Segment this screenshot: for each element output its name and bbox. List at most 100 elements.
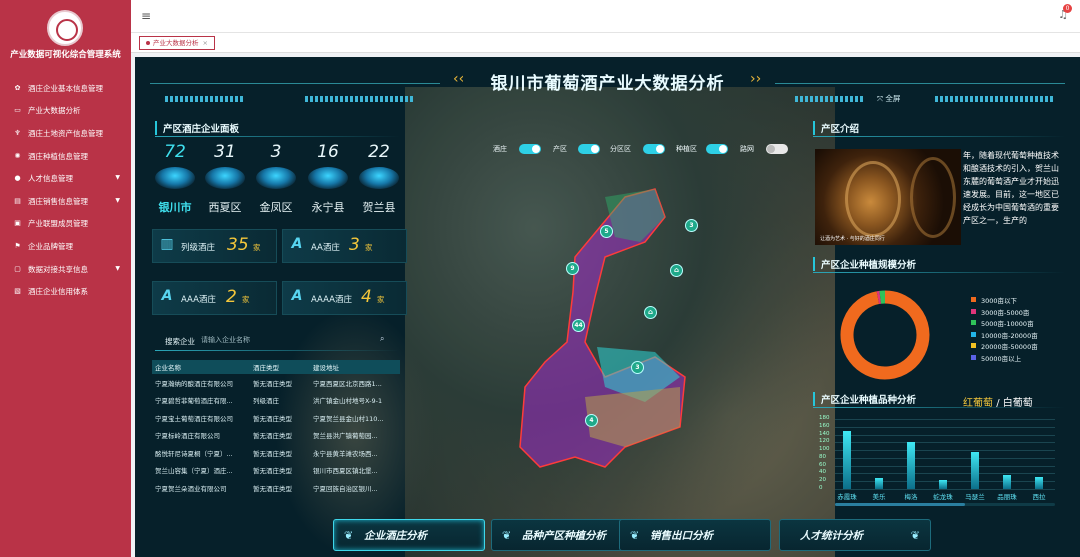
- sidebar-item-planting[interactable]: ✺ 酒庄种植信息管理: [0, 145, 131, 168]
- table-row[interactable]: 宁夏标岭酒庄有限公司 暂无酒庄类型 贺兰县洪广镇葡萄园...: [152, 427, 400, 445]
- variety-bar[interactable]: [971, 452, 979, 489]
- table-row[interactable]: 贺兰山容集（宁夏）酒庄... 暂无酒庄类型 银川市西夏区镇北堡...: [152, 462, 400, 480]
- table-row[interactable]: 酩悦轩尼诗夏桐（宁夏）... 暂无酒庄类型 永宁县黄羊滩农场西...: [152, 444, 400, 462]
- scale-panel-title: 产区企业种植规模分析: [813, 257, 916, 271]
- menu-toggle-icon[interactable]: ≡: [141, 9, 151, 23]
- chevron-down-icon: ▼: [115, 174, 120, 182]
- sidebar-item-talent[interactable]: ● 人才信息管理 ▼: [0, 167, 131, 190]
- variety-bar[interactable]: [907, 441, 915, 489]
- map-pin[interactable]: 5: [600, 225, 613, 238]
- level-value: 3: [349, 235, 360, 255]
- bottom-nav-sales-analysis[interactable]: ❦ 销售出口分析: [619, 519, 771, 551]
- toggle-planting[interactable]: [706, 144, 728, 154]
- toggle-road[interactable]: [766, 144, 788, 154]
- map-pin[interactable]: 9: [566, 262, 579, 275]
- zone-tan: [585, 387, 680, 447]
- sidebar-item-winery-info[interactable]: ✿ 酒庄企业基本信息管理: [0, 77, 131, 100]
- x-tick-label: 西拉: [1032, 493, 1046, 501]
- level-value: 4: [361, 287, 372, 307]
- sidebar-item-label: 酒庄销售信息管理: [28, 196, 88, 206]
- sidebar-item-label: 产业大数据分析: [28, 106, 81, 116]
- sidebar-item-label: 产业联盟成员管理: [28, 219, 88, 229]
- tab-white-grape[interactable]: 白葡萄: [1003, 398, 1033, 409]
- region-tab-yinchuan[interactable]: 银川市: [150, 199, 200, 215]
- level-unit: 家: [242, 295, 250, 304]
- chart-scrollbar[interactable]: [835, 503, 1055, 506]
- scrollbar-thumb[interactable]: [835, 503, 965, 506]
- dashboard-title: 银川市葡萄酒产业大数据分析: [490, 74, 725, 94]
- level-value: 35: [227, 235, 249, 255]
- legend-swatch: [971, 354, 976, 360]
- map-pin[interactable]: 3: [631, 361, 644, 374]
- sidebar-item-credit[interactable]: ▧ 酒庄企业信用体系: [0, 280, 131, 303]
- map-pin[interactable]: 4: [585, 414, 598, 427]
- grid-line: [835, 457, 1055, 459]
- grid-line: [835, 426, 1055, 428]
- variety-bar[interactable]: [1003, 475, 1011, 489]
- sidebar-item-label: 企业品牌管理: [28, 241, 73, 251]
- variety-bar[interactable]: [843, 431, 851, 489]
- gear-icon: ✿: [14, 83, 21, 92]
- region-tab-yongning[interactable]: 永宁县: [303, 199, 353, 215]
- search-input[interactable]: [201, 333, 393, 346]
- legend-item: 10000亩-20000亩: [971, 330, 1038, 342]
- region-count: 72: [164, 142, 186, 162]
- winery-marker-icon[interactable]: ⌂: [644, 306, 657, 319]
- sun-icon: ✺: [14, 151, 21, 160]
- region-pedestal-icon: [205, 167, 245, 189]
- table-cell: 宁夏贺兰朵酒业有限公司: [155, 484, 227, 493]
- trophy-icon: ♆: [14, 128, 21, 137]
- table-row[interactable]: 宁夏贺兰朵酒业有限公司 暂无酒庄类型 宁夏回族自治区银川...: [152, 479, 400, 497]
- bottom-nav-label: 销售出口分析: [650, 530, 713, 542]
- sidebar-item-bigdata[interactable]: ▭ 产业大数据分析: [0, 100, 131, 123]
- toggle-label: 产区: [553, 145, 567, 153]
- scale-legend: 3000亩以下 3000亩-5000亩 5000亩-10000亩 10000亩-…: [971, 295, 1038, 364]
- winery-marker-icon[interactable]: ⌂: [670, 264, 683, 277]
- variety-bar[interactable]: [939, 480, 947, 489]
- x-tick-label: 梅洛: [904, 493, 918, 501]
- fullscreen-button[interactable]: ⤧ 全屏: [877, 93, 900, 104]
- variety-bar[interactable]: [1035, 477, 1043, 489]
- y-tick-label: 140: [819, 430, 830, 437]
- tab-red-grape[interactable]: 红葡萄: [963, 398, 993, 409]
- planting-scale-donut[interactable]: [835, 285, 935, 385]
- leaf-icon: ❦: [502, 529, 512, 542]
- y-tick-label: 20: [819, 477, 826, 484]
- sidebar-item-land-assets[interactable]: ♆ 酒庄土地资产信息管理: [0, 122, 131, 145]
- map-pin[interactable]: 3: [685, 219, 698, 232]
- region-tab-helan[interactable]: 贺兰县: [354, 199, 404, 215]
- toggle-subzone[interactable]: [643, 144, 665, 154]
- bottom-nav-winery-analysis[interactable]: ❦ 企业酒庄分析: [333, 519, 485, 551]
- intro-panel-title: 产区介绍: [813, 121, 859, 135]
- region-tab-xixia[interactable]: 西夏区: [200, 199, 250, 215]
- level-name: AAA酒庄: [181, 295, 216, 305]
- legend-label: 5000亩-10000亩: [981, 320, 1034, 328]
- toggle-winery[interactable]: [519, 144, 541, 154]
- map-pin[interactable]: 44: [572, 319, 585, 332]
- sidebar-item-sales[interactable]: ▤ 酒庄销售信息管理 ▼: [0, 190, 131, 213]
- table-cell: 暂无酒庄类型: [253, 414, 292, 423]
- region-tab-jinfeng[interactable]: 金凤区: [251, 199, 301, 215]
- title-chevron-icon: ››: [750, 71, 762, 87]
- region-pedestal-icon: [155, 167, 195, 189]
- sidebar-item-data-sharing[interactable]: ▢ 数据对接共享信息 ▼: [0, 258, 131, 281]
- toggle-label: 分区区: [610, 145, 631, 153]
- toggle-region[interactable]: [578, 144, 600, 154]
- sidebar-item-alliance[interactable]: ▣ 产业联盟成员管理: [0, 213, 131, 236]
- tab-bigdata[interactable]: 产业大数据分析 ×: [139, 36, 215, 50]
- sidebar-item-brand[interactable]: ⚑ 企业品牌管理: [0, 235, 131, 258]
- search-icon[interactable]: ⌕: [380, 334, 384, 344]
- close-icon[interactable]: ×: [203, 39, 208, 47]
- level-card-aa: A AA酒庄 3 家: [282, 229, 407, 263]
- table-row[interactable]: 宁夏碧哲菲葡萄酒庄有限... 列级酒庄 洪广镇金山村地号X-9-1: [152, 392, 400, 410]
- a-grade-icon: A: [161, 288, 173, 304]
- variety-bar[interactable]: [875, 478, 883, 489]
- table-row[interactable]: 宁夏瀚纳的酿酒庄有限公司 暂无酒庄类型 宁夏西夏区北京西路1...: [152, 374, 400, 392]
- table-cell: 贺兰山容集（宁夏）酒庄...: [155, 467, 233, 476]
- level-unit: 家: [377, 295, 385, 304]
- level-value: 2: [226, 287, 237, 307]
- donut-slice-0[interactable]: [840, 290, 930, 380]
- bottom-nav-talent-analysis[interactable]: 人才统计分析 ❦: [779, 519, 931, 551]
- table-row[interactable]: 宁夏宝土葡萄酒庄有限公司 暂无酒庄类型 宁夏贺兰县金山村110...: [152, 409, 400, 427]
- x-tick-label: 品丽珠: [997, 493, 1017, 501]
